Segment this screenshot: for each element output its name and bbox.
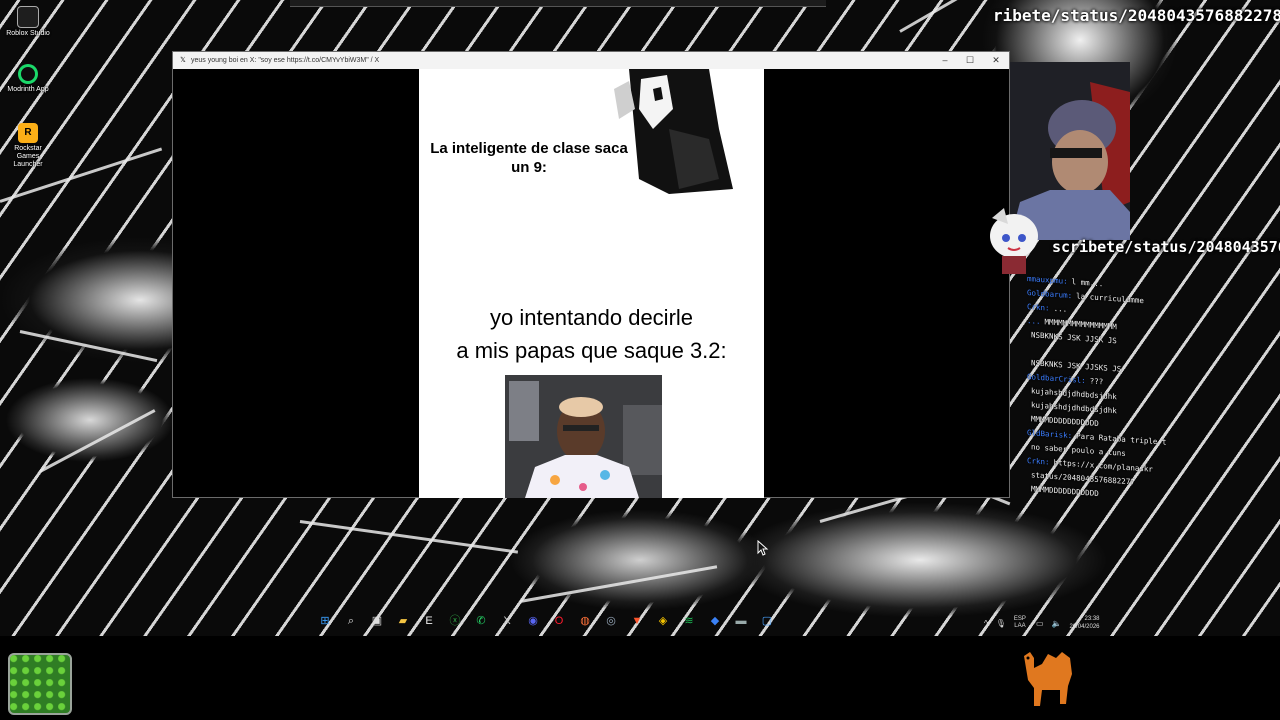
- discord-icon[interactable]: ◉: [526, 614, 540, 628]
- chat-username: ...: [1027, 316, 1041, 326]
- meme-caption-line-2: a mis papas que saque 3.2:: [456, 338, 727, 363]
- desktop-icon-roblox-studio[interactable]: Roblox Studio: [2, 6, 54, 38]
- network-icon[interactable]: ▭: [1036, 619, 1044, 628]
- spotify-icon[interactable]: ≋: [682, 614, 696, 628]
- browser-window[interactable]: 𝕏 yeus young boi en X: "soy ese https://…: [172, 51, 1010, 498]
- guilded-icon[interactable]: ◈: [656, 614, 670, 628]
- chat-username: GoldbarCrisl:: [1027, 372, 1086, 386]
- system-tray: ^ 🎙 ESP LAA ▭ 🔈 23:38 26/04/2026: [984, 612, 1124, 634]
- clock[interactable]: 23:38 26/04/2026: [1069, 615, 1099, 631]
- chat-text: ...: [1053, 303, 1068, 314]
- window-titlebar[interactable]: 𝕏 yeus young boi en X: "soy ese https://…: [173, 52, 1009, 69]
- anime-sticker: [984, 206, 1044, 276]
- opera-icon[interactable]: O: [552, 614, 566, 628]
- chat-text: l mm...: [1071, 277, 1104, 289]
- language-code: ESP: [1013, 616, 1026, 622]
- x-logo-icon: 𝕏: [180, 56, 186, 64]
- desktop-icon-label: Modrinth App: [7, 86, 49, 93]
- window-title: yeus young boi en X: "soy ese https://t.…: [191, 57, 380, 64]
- keyboard-layout: LAA: [1014, 623, 1026, 629]
- status-url-overlay-mid: scribete/status/2048043576: [1052, 238, 1280, 256]
- terminal-icon[interactable]: ▬: [734, 614, 748, 628]
- chat-text: MMMMDDDDDDDDDDD: [1031, 414, 1099, 429]
- maximize-button[interactable]: ☐: [956, 52, 984, 69]
- search-icon[interactable]: ⌕: [344, 614, 358, 628]
- close-button[interactable]: ✕: [982, 52, 1010, 69]
- chevron-up-icon[interactable]: ^: [984, 619, 988, 628]
- meme-caption-top: La inteligente de clase saca un 9:: [430, 140, 628, 176]
- meme-caption-bottom: yo intentando decirle a mis papas que sa…: [419, 301, 764, 367]
- meme-caption-line-1: yo intentando decirle: [489, 305, 694, 330]
- xbox-pc-icon[interactable]: X: [500, 614, 514, 628]
- chat-text: ???: [1089, 376, 1104, 387]
- man-in-car-photo: [505, 375, 662, 498]
- desktop-icon-rockstar[interactable]: R Rockstar Games Launcher: [2, 123, 54, 169]
- mouse-cursor: [757, 540, 769, 556]
- volume-icon[interactable]: 🔈: [1052, 619, 1062, 628]
- microphone-icon[interactable]: 🎙: [996, 619, 1006, 628]
- steam-icon[interactable]: ◎: [604, 614, 618, 628]
- rockstar-icon: R: [18, 123, 38, 143]
- camel-pet-icon: [1016, 646, 1086, 712]
- app-icon[interactable]: ▢: [760, 614, 774, 628]
- xbox-icon[interactable]: ⓧ: [448, 614, 462, 628]
- brave-icon[interactable]: ▼: [630, 614, 644, 628]
- desktop-icon-label: Roblox Studio: [6, 30, 50, 37]
- roblox-studio-icon: [17, 6, 39, 28]
- top-window-edge: [290, 0, 826, 7]
- recycle-bin-widget[interactable]: [8, 653, 72, 715]
- language-indicator[interactable]: ESP LAA: [1014, 616, 1026, 630]
- taskbar: ⊞ ⌕ ▣ ▰ Eⓧ ✆ X ◉ O ◍ ◎ ▼ ◈ ≋ ◆ ▬ ▢: [318, 610, 818, 632]
- minimize-button[interactable]: –: [931, 52, 959, 69]
- chat-username: Crkn:: [1027, 456, 1050, 467]
- stream-chat: mmauxpmu: l mm... Goldbarum: la curriculumm…: [1027, 272, 1280, 660]
- modrinth-icon: [18, 64, 38, 84]
- firefox-icon[interactable]: ◍: [578, 614, 592, 628]
- chat-username: Crkn:: [1027, 302, 1050, 313]
- chat-text: MMMMDDDDDDDDDDD: [1031, 484, 1099, 499]
- file-explorer-icon[interactable]: ▰: [396, 614, 410, 628]
- chat-username: Goldbarum:: [1027, 288, 1073, 301]
- video-viewport[interactable]: La inteligente de clase saca un 9: yo in…: [173, 69, 1009, 498]
- windows-start-icon[interactable]: ⊞: [318, 614, 332, 628]
- status-url-overlay-top: ribete/status/2048043576882278568: [993, 6, 1280, 25]
- chat-username: GldBarisk:: [1027, 428, 1073, 441]
- task-view-icon[interactable]: ▣: [370, 614, 384, 628]
- chat-text: la curriculumme: [1076, 291, 1144, 306]
- chat-username: mmauxpmu:: [1027, 274, 1068, 286]
- epic-games-icon[interactable]: E: [422, 614, 436, 628]
- clock-date: 26/04/2026: [1069, 624, 1100, 630]
- desktop-icon-label: Rockstar Games Launcher: [13, 145, 43, 168]
- meme-image: La inteligente de clase saca un 9: yo in…: [419, 69, 764, 498]
- desktop-icon-modrinth[interactable]: Modrinth App: [2, 64, 54, 94]
- chat-text: NSBKNKS JSK JJSK JS: [1031, 330, 1117, 346]
- whatsapp-icon[interactable]: ✆: [474, 614, 488, 628]
- clock-time: 23:38: [1084, 616, 1100, 622]
- vscode-icon[interactable]: ◆: [708, 614, 722, 628]
